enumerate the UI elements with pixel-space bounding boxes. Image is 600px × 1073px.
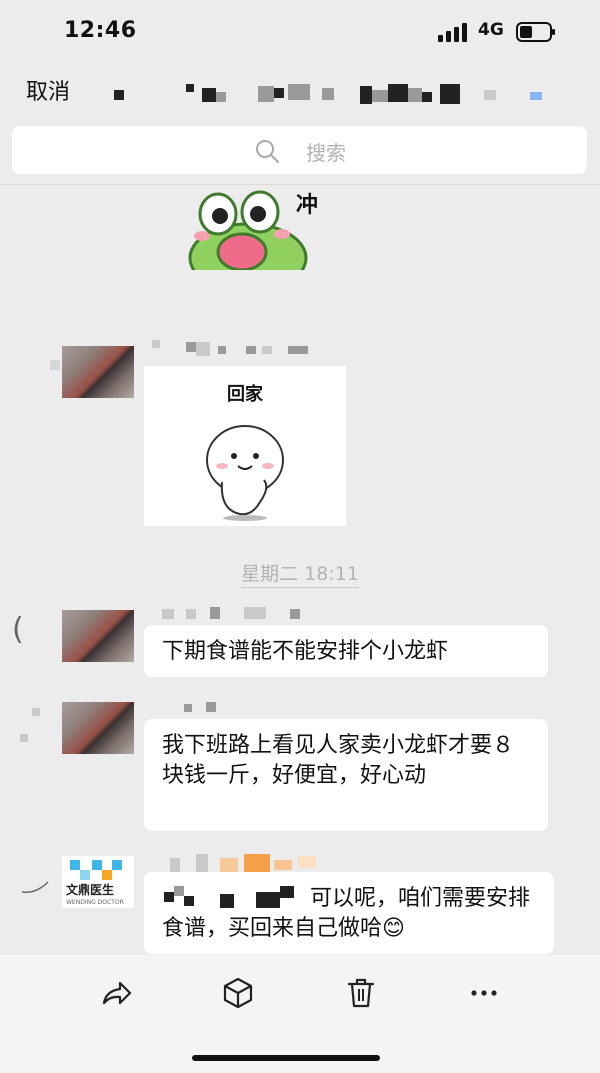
share-icon[interactable] <box>96 973 136 1013</box>
more-icon[interactable] <box>464 973 504 1013</box>
message-bubble[interactable]: 可以呢，咱们需要安排食谱，买回来自己做哈😊 <box>144 872 554 954</box>
status-bar: 12:46 4G <box>0 0 600 64</box>
smile-emoji-icon: 😊 <box>382 916 405 941</box>
brand-sub: WENDING DOCTOR <box>66 899 124 906</box>
brand-logo-avatar[interactable]: 文鼎医生 WENDING DOCTOR <box>62 856 134 908</box>
select-mark[interactable]: ( <box>12 612 24 647</box>
timestamp: 星期二 18:11 <box>0 559 600 588</box>
message-text: 可以呢，咱们需要安排食谱，买回来自己做哈😊 <box>162 886 531 941</box>
sender-name-blurred <box>162 607 302 621</box>
battery-icon <box>516 22 555 42</box>
select-mark[interactable] <box>50 360 60 370</box>
box-icon[interactable] <box>218 973 258 1013</box>
network-label: 4G <box>478 20 504 40</box>
search-placeholder: 搜索 <box>306 141 346 165</box>
frog-sticker[interactable]: 冲 <box>178 186 338 270</box>
message-text: 我下班路上看见人家卖小龙虾才要８块钱一斤，好便宜，好心动 <box>162 733 515 788</box>
sender-name-blurred <box>184 702 244 714</box>
cancel-button[interactable]: 取消 <box>26 74 70 106</box>
search-icon <box>256 140 279 163</box>
search-input[interactable]: 搜索 <box>12 126 587 174</box>
nav-header: 取消 <box>0 64 600 118</box>
home-indicator[interactable] <box>192 1055 380 1061</box>
sender-name-blurred <box>170 852 330 874</box>
brand-text: 文鼎医生 <box>66 882 114 897</box>
sticker-message[interactable]: 回家 <box>144 366 346 526</box>
avatar[interactable] <box>62 346 134 398</box>
divider <box>0 184 600 185</box>
select-mark[interactable] <box>20 708 40 744</box>
status-time: 12:46 <box>64 18 137 43</box>
ghost-sticker-icon <box>206 425 284 521</box>
avatar[interactable] <box>62 702 134 754</box>
sticker-text: 冲 <box>296 193 318 218</box>
sender-name-blurred <box>152 340 312 358</box>
signal-icon <box>438 23 467 42</box>
logo-icon: 文鼎医生 WENDING DOCTOR <box>66 860 124 906</box>
pixelated-title <box>110 84 560 106</box>
message-bubble[interactable]: 下期食谱能不能安排个小龙虾 <box>144 625 548 677</box>
message-bubble[interactable]: 我下班路上看见人家卖小龙虾才要８块钱一斤，好便宜，好心动 <box>144 719 548 831</box>
avatar[interactable] <box>62 610 134 662</box>
select-mark[interactable] <box>20 880 52 896</box>
message-text: 下期食谱能不能安排个小龙虾 <box>162 639 449 664</box>
trash-icon[interactable] <box>341 973 381 1013</box>
sticker-caption: 回家 <box>227 384 263 405</box>
